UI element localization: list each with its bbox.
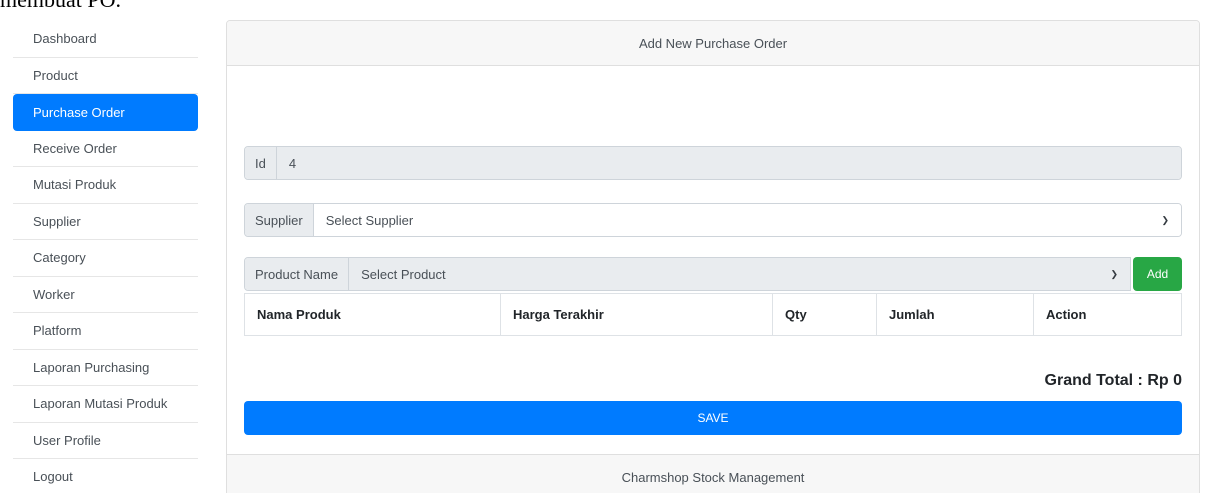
sidebar-item-laporan-purchasing[interactable]: Laporan Purchasing — [13, 350, 198, 386]
save-button[interactable]: SAVE — [244, 401, 1182, 435]
top-clipped-text: membuat PO. — [0, 0, 210, 11]
product-select[interactable]: Select Product ❯ — [349, 258, 1130, 290]
product-table: Nama Produk Harga Terakhir Qty Jumlah Ac… — [244, 293, 1182, 336]
sidebar-item-logout[interactable]: Logout — [13, 459, 198, 493]
sidebar-item-category[interactable]: Category — [13, 240, 198, 277]
id-label: Id — [245, 147, 277, 179]
sidebar-item-worker[interactable]: Worker — [13, 277, 198, 313]
sidebar-item-platform[interactable]: Platform — [13, 313, 198, 350]
id-input-group: Id 4 — [244, 146, 1182, 180]
sidebar-item-supplier[interactable]: Supplier — [13, 204, 198, 240]
product-select-value: Select Product — [361, 266, 446, 282]
sidebar-item-laporan-mutasi-produk[interactable]: Laporan Mutasi Produk — [13, 386, 198, 423]
table-header-qty: Qty — [773, 294, 877, 335]
table-header-action: Action — [1046, 307, 1087, 322]
supplier-select[interactable]: Select Supplier ❯ — [313, 204, 1181, 236]
sidebar-nav: Dashboard Product Purchase Order Receive… — [13, 21, 198, 493]
sidebar-item-purchase-order[interactable]: Purchase Order — [13, 94, 198, 131]
supplier-select-value: Select Supplier — [325, 212, 414, 228]
card-footer: Charmshop Stock Management — [227, 454, 1199, 493]
product-name-label: Product Name — [245, 258, 350, 290]
grand-total: Grand Total : Rp 0 — [1044, 372, 1182, 389]
table-header-jumlah: Jumlah — [877, 294, 1034, 335]
supplier-label: Supplier — [245, 204, 314, 236]
table-header-harga-terakhir: Harga Terakhir — [501, 294, 773, 335]
sidebar-item-user-profile[interactable]: User Profile — [13, 423, 198, 459]
table-header-nama-produk: Nama Produk — [245, 294, 501, 335]
sidebar-item-mutasi-produk[interactable]: Mutasi Produk — [13, 167, 198, 204]
id-field: 4 — [276, 147, 1181, 179]
card-title: Add New Purchase Order — [227, 21, 1199, 66]
sidebar-item-dashboard[interactable]: Dashboard — [13, 21, 198, 58]
supplier-input-group: Supplier Select Supplier ❯ — [244, 203, 1182, 237]
add-product-button[interactable]: Add — [1133, 257, 1182, 291]
product-input-group: Product Name Select Product ❯ — [244, 257, 1131, 291]
chevron-down-icon: ❯ — [1110, 268, 1118, 279]
sidebar-item-receive-order[interactable]: Receive Order — [13, 131, 198, 167]
chevron-down-icon: ❯ — [1161, 214, 1169, 225]
sidebar-item-product[interactable]: Product — [13, 58, 198, 94]
